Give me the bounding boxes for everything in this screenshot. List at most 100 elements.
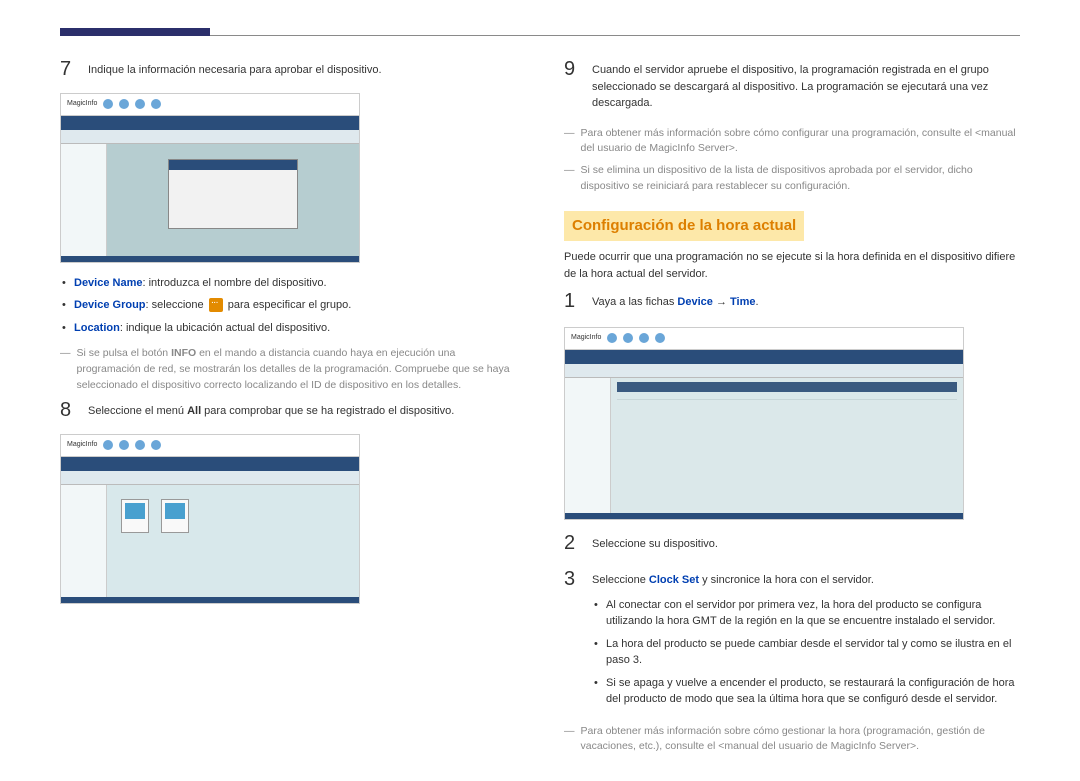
- screenshot-body: [565, 378, 963, 513]
- screenshot-time-tab: MagicInfo: [564, 327, 964, 520]
- substep-2: 2 Seleccione su dispositivo.: [564, 532, 1020, 559]
- toolbar-icon: [103, 440, 113, 450]
- bullet-device-group: Device Group: seleccione para especifica…: [60, 297, 516, 314]
- time-link: Time: [730, 296, 755, 308]
- text: : indique la ubicación actual del dispos…: [120, 322, 330, 334]
- device-tile: [121, 499, 149, 533]
- screenshot-body: [61, 485, 359, 597]
- step-number: 1: [564, 290, 578, 317]
- step-body: Cuando el servidor apruebe el dispositiv…: [592, 58, 1020, 118]
- statusbar: [61, 597, 359, 603]
- toolbar-icon: [607, 333, 617, 343]
- bullet: Al conectar con el servidor por primera …: [592, 597, 1020, 630]
- dialog-header: [169, 160, 297, 170]
- note-text: Para obtener más información sobre cómo …: [581, 724, 1021, 756]
- note-text: Si se elimina un dispositivo de la lista…: [581, 163, 1021, 195]
- step7-bullets: Device Name: introduzca el nombre del di…: [60, 275, 516, 337]
- app-title: MagicInfo: [571, 333, 601, 344]
- sub-ribbon: [565, 364, 963, 378]
- ribbon-bar: [61, 116, 359, 130]
- bullet: Si se apaga y vuelve a encender el produ…: [592, 675, 1020, 708]
- device-link: Device: [677, 296, 712, 308]
- substep-1: 1 Vaya a las fichas Device → Time.: [564, 290, 1020, 317]
- step-7: 7 Indique la información necesaria para …: [60, 58, 516, 85]
- text: : introduzca el nombre del dispositivo.: [143, 277, 327, 289]
- t: para comprobar que se ha registrado el d…: [201, 405, 454, 417]
- sidebar: [565, 378, 611, 513]
- t-bold: INFO: [171, 347, 196, 359]
- step-body: Seleccione su dispositivo.: [592, 532, 1020, 559]
- substep3-note: ― Para obtener más información sobre cóm…: [564, 724, 1020, 756]
- toolbar-icon: [135, 99, 145, 109]
- step-number: 7: [60, 58, 74, 85]
- sub-ribbon: [61, 130, 359, 144]
- sidebar: [61, 485, 107, 597]
- label: Location: [74, 322, 120, 334]
- t: .: [756, 296, 759, 308]
- screenshot-topbar: MagicInfo: [61, 435, 359, 457]
- table-header: [617, 382, 957, 392]
- substeps: 1 Vaya a las fichas Device → Time. Magic…: [564, 290, 1020, 755]
- left-column: 7 Indique la información necesaria para …: [60, 58, 516, 761]
- toolbar-icon: [151, 440, 161, 450]
- toolbar-icon: [623, 333, 633, 343]
- step-body: Indique la información necesaria para ap…: [88, 58, 516, 85]
- sub-ribbon: [61, 471, 359, 485]
- table-row: [617, 392, 957, 400]
- main-canvas: [611, 378, 963, 513]
- screenshot-topbar: MagicInfo: [61, 94, 359, 116]
- bullet: La hora del producto se puede cambiar de…: [592, 636, 1020, 669]
- section-intro: Puede ocurrir que una programación no se…: [564, 249, 1020, 282]
- right-column: 9 Cuando el servidor apruebe el disposit…: [564, 58, 1020, 761]
- device-grid: [107, 485, 359, 547]
- header-rule: [60, 28, 1020, 36]
- dash-icon: ―: [564, 126, 575, 158]
- toolbar-icon: [655, 333, 665, 343]
- toolbar-icon: [103, 99, 113, 109]
- toolbar-icon: [119, 99, 129, 109]
- screenshot-topbar: MagicInfo: [565, 328, 963, 350]
- note-text: Si se pulsa el botón INFO en el mando a …: [77, 346, 517, 393]
- ribbon-bar: [565, 350, 963, 364]
- sidebar: [61, 144, 107, 256]
- app-title: MagicInfo: [67, 440, 97, 451]
- step-text: Seleccione Clock Set y sincronice la hor…: [592, 572, 1020, 589]
- step7-note: ― Si se pulsa el botón INFO en el mando …: [60, 346, 516, 393]
- note-text: Para obtener más información sobre cómo …: [581, 126, 1021, 158]
- step9-note1: ― Para obtener más información sobre cóm…: [564, 126, 1020, 158]
- t: Vaya a las fichas: [592, 296, 677, 308]
- screenshot-approve-device: MagicInfo: [60, 93, 360, 263]
- approve-dialog: [168, 159, 298, 229]
- step-8: 8 Seleccione el menú All para comprobar …: [60, 399, 516, 426]
- text: para especificar el grupo.: [225, 299, 352, 311]
- step-number: 3: [564, 568, 578, 714]
- app-title: MagicInfo: [67, 99, 97, 110]
- dash-icon: ―: [60, 346, 71, 393]
- dash-icon: ―: [564, 163, 575, 195]
- statusbar: [61, 256, 359, 262]
- t: Si se pulsa el botón: [77, 347, 172, 359]
- step-number: 2: [564, 532, 578, 559]
- section-heading: Configuración de la hora actual: [564, 211, 804, 242]
- arrow: →: [713, 296, 730, 308]
- step-text: Vaya a las fichas Device → Time.: [592, 294, 1020, 311]
- step-9: 9 Cuando el servidor apruebe el disposit…: [564, 58, 1020, 118]
- screenshot-body: [61, 144, 359, 256]
- text: : seleccione: [146, 299, 207, 311]
- clock-set-link: Clock Set: [649, 574, 699, 586]
- device-tile: [161, 499, 189, 533]
- two-column-layout: 7 Indique la información necesaria para …: [60, 58, 1020, 761]
- step-body: Seleccione Clock Set y sincronice la hor…: [592, 568, 1020, 714]
- document-page: 7 Indique la información necesaria para …: [0, 0, 1080, 781]
- step-body: Vaya a las fichas Device → Time.: [592, 290, 1020, 317]
- substep3-bullets: Al conectar con el servidor por primera …: [592, 597, 1020, 708]
- step-text: Seleccione el menú All para comprobar qu…: [88, 403, 516, 420]
- ellipsis-icon: [209, 298, 223, 312]
- substep-3: 3 Seleccione Clock Set y sincronice la h…: [564, 568, 1020, 714]
- t: Seleccione el menú: [88, 405, 187, 417]
- bullet-device-name: Device Name: introduzca el nombre del di…: [60, 275, 516, 292]
- step-body: Seleccione el menú All para comprobar qu…: [88, 399, 516, 426]
- step-text: Seleccione su dispositivo.: [592, 536, 1020, 553]
- label: Device Group: [74, 299, 146, 311]
- main-canvas: [107, 144, 359, 256]
